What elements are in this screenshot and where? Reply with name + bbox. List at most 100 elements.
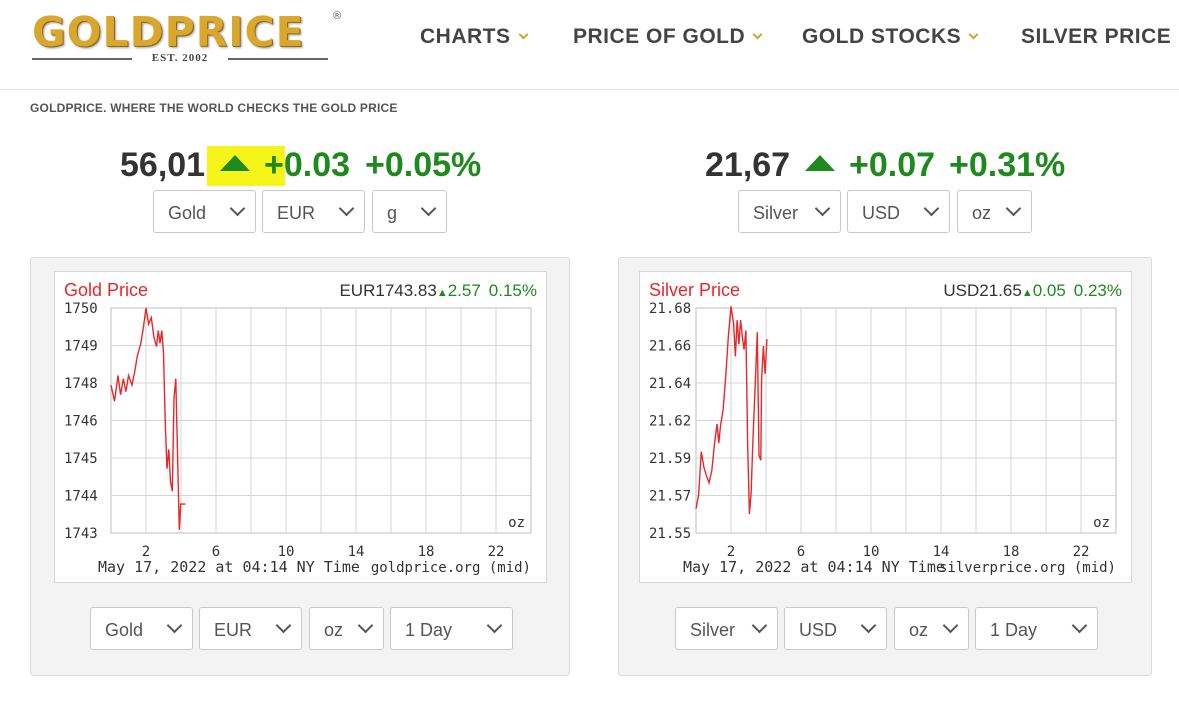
triangle-up-icon	[220, 155, 250, 171]
chart-quote: EUR1743.83▲2.57 0.15%	[339, 281, 537, 300]
select-value: USD	[862, 203, 901, 223]
quote-value: EUR1743.83	[339, 281, 436, 300]
select-value: 1 Day	[990, 620, 1038, 640]
chevron-down-icon	[751, 617, 768, 634]
metal-select[interactable]: Silver	[738, 190, 841, 233]
chevron-down-icon	[860, 617, 877, 634]
nav-item-silver-price[interactable]: SILVER PRICE	[1021, 25, 1171, 49]
gold-price-value: 56,01	[120, 146, 206, 184]
quote-percent: 0.23%	[1074, 281, 1122, 300]
silver-chart-panel: Silver Price USD21.65▲0.05 0.23% 2 6 10 14 18 22…	[618, 257, 1152, 676]
silver-price-value: 21,67	[705, 146, 791, 184]
silver-percent-value: +0.31%	[949, 146, 1066, 184]
silver-chart[interactable]: Silver Price USD21.65▲0.05 0.23% 2 6 10 14 18 22…	[639, 271, 1132, 583]
nav-item-gold-stocks[interactable]: GOLD STOCKS	[802, 25, 979, 49]
chevron-down-icon	[1005, 200, 1022, 217]
chevron-down-icon	[968, 29, 979, 40]
chevron-down-icon	[338, 200, 355, 217]
y-tick-label: 1745	[64, 451, 98, 467]
nav-item-label: GOLD STOCKS	[802, 25, 962, 48]
chart-title: Silver Price	[649, 280, 740, 300]
chevron-down-icon	[166, 617, 183, 634]
select-value: Silver	[753, 203, 799, 223]
quote-percent: 0.15%	[489, 281, 537, 300]
chart-range-select[interactable]: 1 Day	[975, 607, 1098, 650]
triangle-up-icon: ▲	[437, 287, 448, 299]
logo-wordmark: GOLDPRICE	[32, 8, 305, 56]
gold-ticker-change: +0.03	[264, 146, 350, 186]
metal-select[interactable]: Gold	[153, 190, 256, 233]
select-value: oz	[909, 620, 929, 640]
chart-unit-select[interactable]: oz	[309, 607, 384, 650]
site-header: GOLDPRICE ® EST. 2002 CHARTS PRICE OF GO…	[0, 0, 1179, 90]
x-tick-label: 18	[418, 544, 435, 560]
chevron-down-icon	[357, 617, 374, 634]
nav-item-label: CHARTS	[420, 25, 511, 48]
x-tick-label: 22	[488, 544, 505, 560]
y-tick-label: 1749	[64, 339, 98, 355]
logo-registered-mark: ®	[333, 10, 342, 22]
chart-currency-select[interactable]: EUR	[199, 607, 302, 650]
y-tick-label: 1744	[64, 489, 98, 505]
y-tick-label: 21.57	[649, 489, 691, 505]
chart-metal-select[interactable]: Gold	[90, 607, 193, 650]
chevron-down-icon	[814, 200, 831, 217]
logo-rule-right	[228, 58, 328, 60]
y-tick-label: 21.55	[649, 526, 691, 542]
chart-range-select[interactable]: 1 Day	[390, 607, 513, 650]
unit-label: oz	[1093, 515, 1110, 531]
weight-unit-select[interactable]: g	[372, 190, 447, 233]
silver-ticker-change: +0.07	[849, 146, 935, 186]
gold-chart-svg: Gold Price EUR1743.83▲2.57 0.15%2 6 10 14 18 22…	[64, 280, 537, 576]
chart-timestamp: May 17, 2022 at 04:14 NY Time	[683, 558, 945, 576]
nav-item-label: SILVER PRICE	[1021, 25, 1172, 48]
gold-ticker-percent: +0.05%	[365, 146, 481, 186]
y-tick-label: 1748	[64, 376, 98, 392]
quote-change: 0.05	[1033, 281, 1066, 300]
x-tick-label: 18	[1003, 544, 1020, 560]
chart-currency-select[interactable]: USD	[784, 607, 887, 650]
gold-chart[interactable]: Gold Price EUR1743.83▲2.57 0.15% 2 6 10 14 18 22…	[54, 271, 547, 583]
chevron-down-icon	[486, 617, 503, 634]
gold-change-value: +0.03	[264, 146, 351, 184]
currency-select[interactable]: USD	[847, 190, 950, 233]
y-tick-label: 1746	[64, 414, 98, 430]
quote-change: 2.57	[448, 281, 481, 300]
nav-item-charts[interactable]: CHARTS	[420, 25, 528, 49]
chevron-down-icon	[1071, 617, 1088, 634]
currency-select[interactable]: EUR	[262, 190, 365, 233]
chevron-down-icon	[229, 200, 246, 217]
select-value: g	[387, 203, 398, 223]
chevron-down-icon	[275, 617, 292, 634]
select-value: oz	[972, 203, 992, 223]
y-tick-label: 1743	[64, 526, 98, 542]
chart-metal-select[interactable]: Silver	[675, 607, 778, 650]
select-value: Gold	[105, 620, 144, 640]
triangle-up-icon: ▲	[1022, 287, 1033, 299]
chart-title: Gold Price	[64, 280, 148, 300]
select-value: EUR	[214, 620, 253, 640]
y-tick-label: 21.64	[649, 376, 691, 392]
chevron-down-icon	[752, 29, 763, 40]
gold-percent-value: +0.05%	[365, 146, 482, 184]
chart-quote: USD21.65▲0.05 0.23%	[943, 281, 1122, 300]
nav-item-price-of-gold[interactable]: PRICE OF GOLD	[573, 25, 763, 49]
chevron-down-icon	[518, 29, 528, 40]
weight-unit-select[interactable]: oz	[957, 190, 1032, 233]
x-tick-label: 22	[1073, 544, 1090, 560]
nav-item-label: PRICE OF GOLD	[573, 25, 746, 48]
select-value: USD	[799, 620, 838, 640]
site-tagline: GOLDPRICE. WHERE THE WORLD CHECKS THE GO…	[30, 101, 398, 115]
chart-source: goldprice.org (mid)	[371, 560, 531, 576]
silver-chart-svg: Silver Price USD21.65▲0.05 0.23%2 6 10 14 18 22…	[649, 280, 1122, 576]
y-tick-label: 21.66	[649, 339, 691, 355]
quote-value: USD21.65	[943, 281, 1021, 300]
goldprice-logo[interactable]: GOLDPRICE ® EST. 2002	[32, 8, 344, 66]
select-value: Gold	[168, 203, 207, 223]
chart-unit-select[interactable]: oz	[894, 607, 969, 650]
y-tick-label: 1750	[64, 301, 98, 317]
y-tick-label: 21.68	[649, 301, 691, 317]
silver-ticker: 21,67	[705, 146, 790, 186]
gold-chart-panel: Gold Price EUR1743.83▲2.57 0.15% 2 6 10 14 18 22…	[30, 257, 570, 676]
chevron-down-icon	[942, 617, 959, 634]
